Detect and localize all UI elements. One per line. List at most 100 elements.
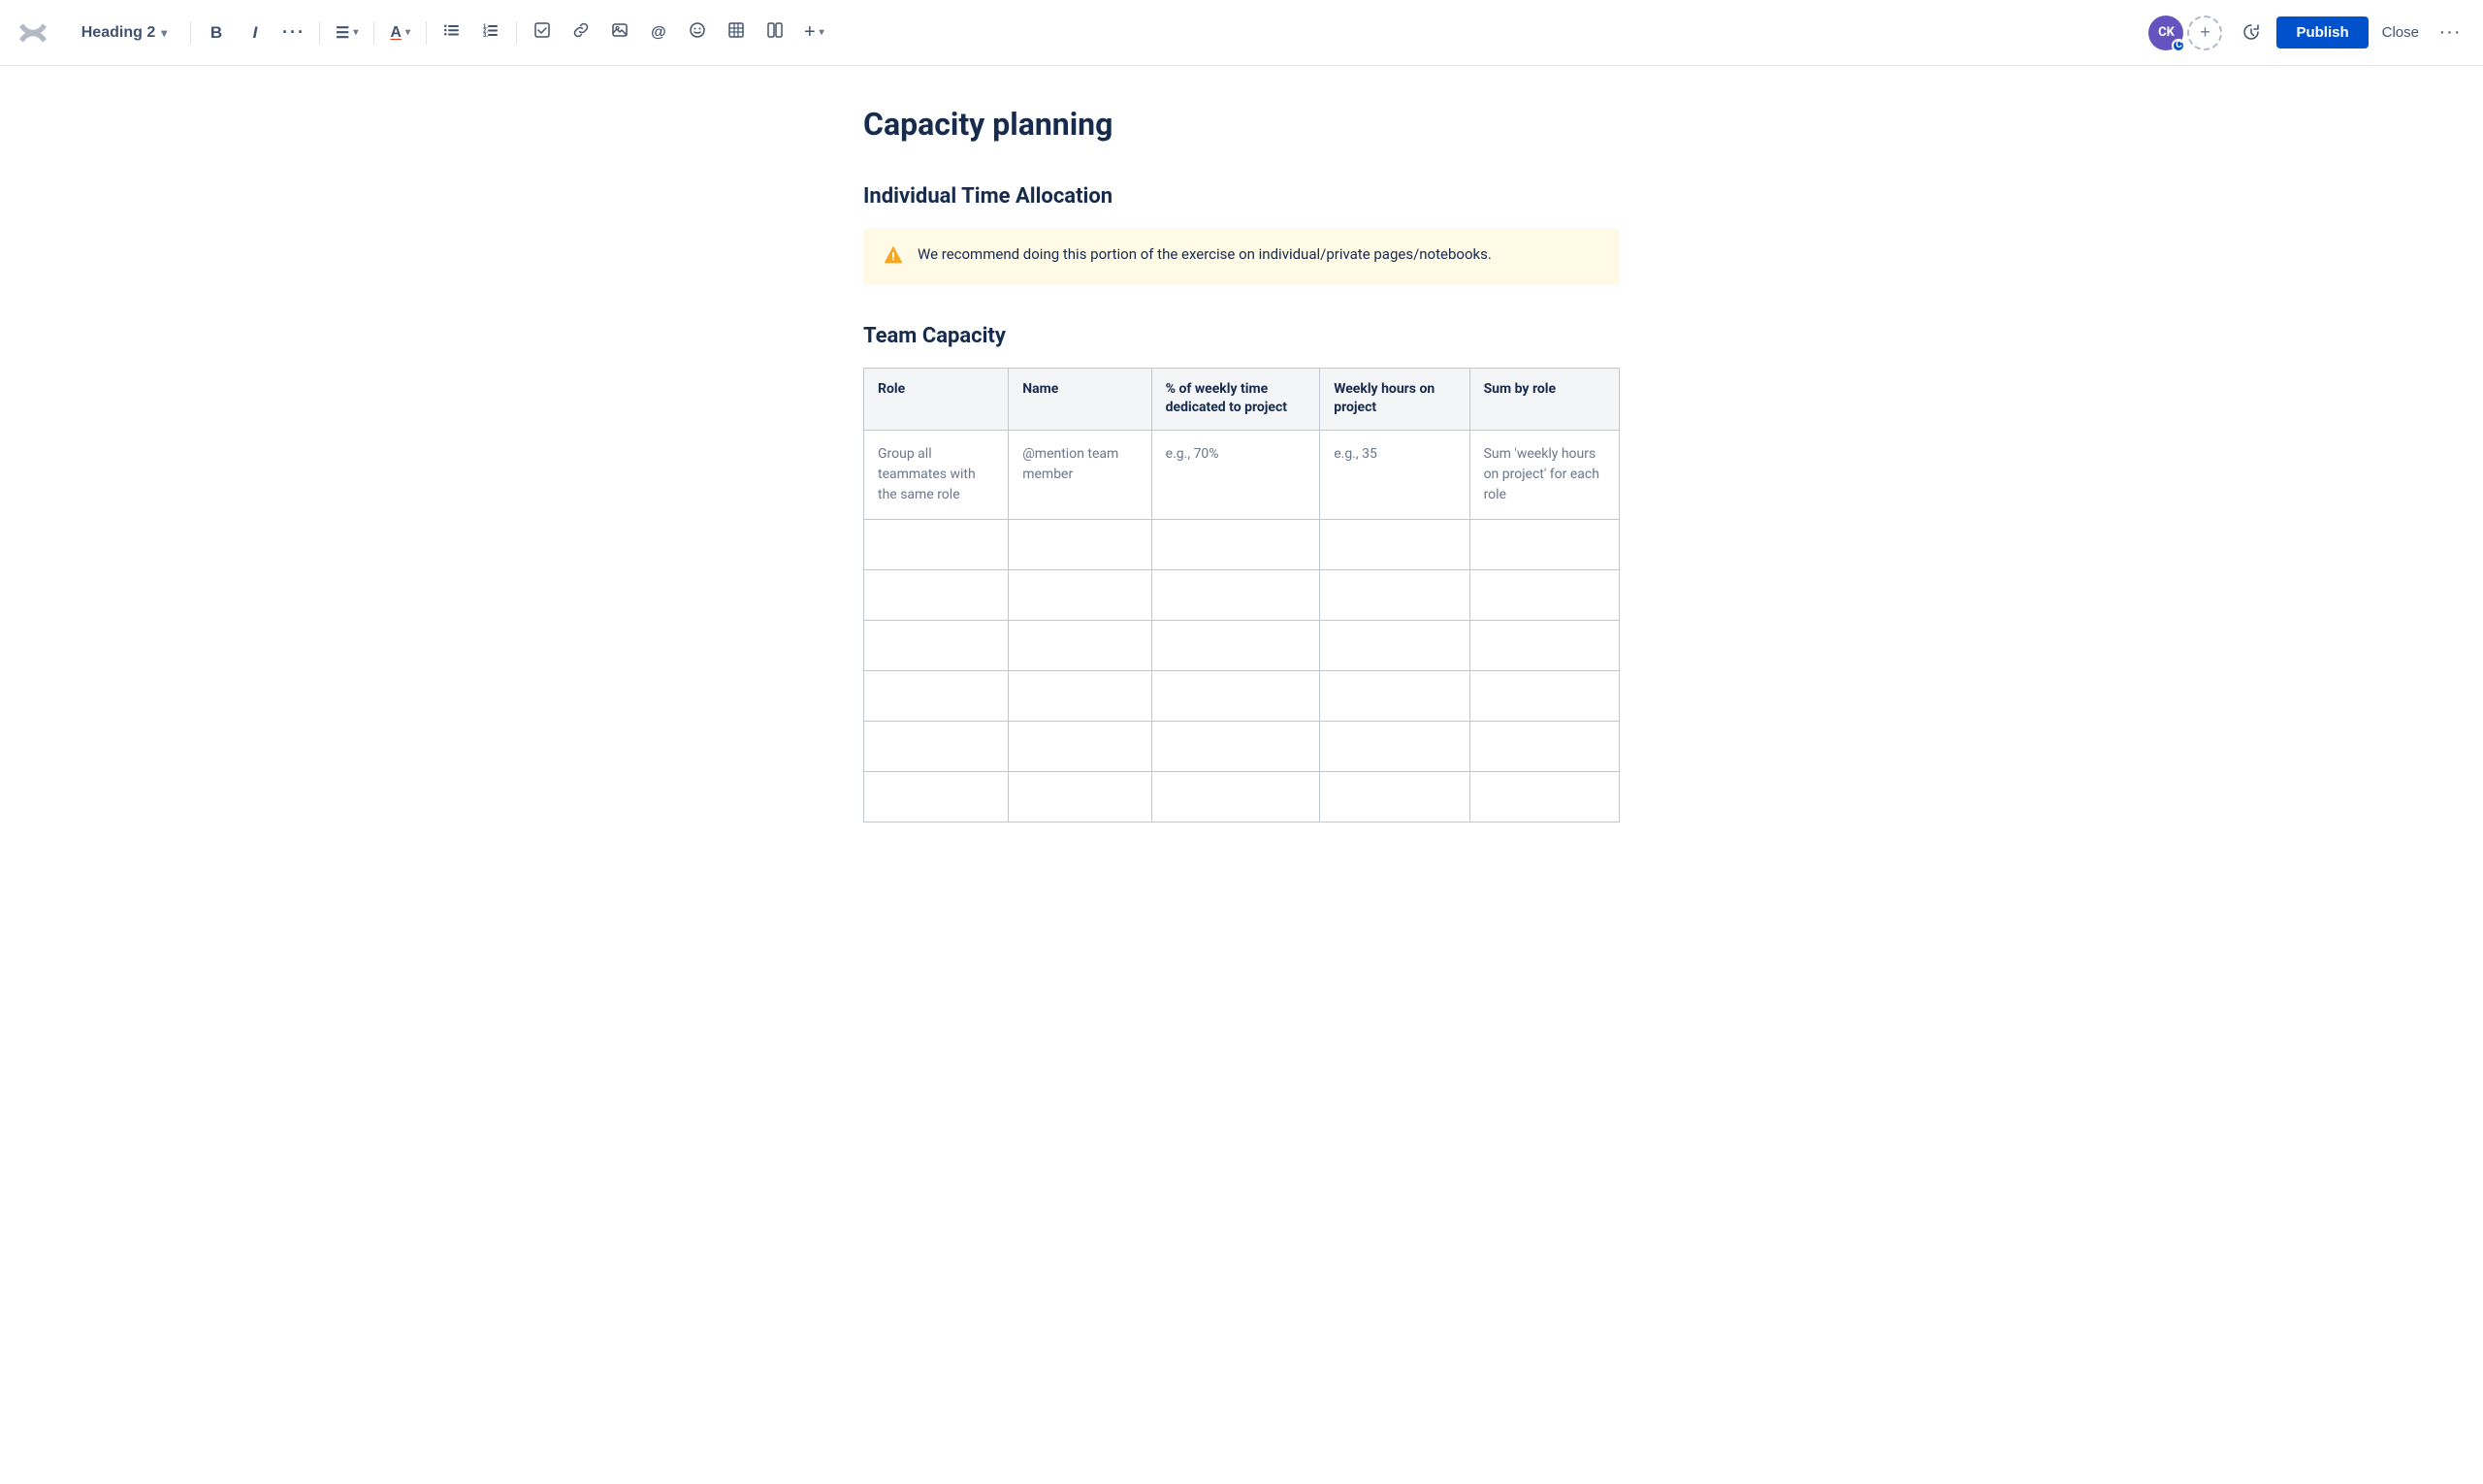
table-row xyxy=(864,620,1620,670)
table-cell-sum[interactable] xyxy=(1469,620,1619,670)
section-heading-team: Team Capacity xyxy=(863,324,1620,348)
link-button[interactable] xyxy=(564,16,598,50)
capacity-table: Role Name % of weekly time dedicated to … xyxy=(863,368,1620,823)
image-button[interactable] xyxy=(602,16,637,50)
table-cell-hours[interactable] xyxy=(1320,620,1469,670)
bullet-list-icon xyxy=(443,21,461,44)
table-cell-percent[interactable] xyxy=(1151,771,1320,822)
table-icon xyxy=(727,21,745,44)
add-chevron-icon: ▾ xyxy=(820,27,824,38)
align-icon: ☰ xyxy=(336,23,349,43)
table-body: Group all teammates with the same role@m… xyxy=(864,430,1620,822)
emoji-button[interactable] xyxy=(680,16,715,50)
toolbar: Heading 2 ▾ B I ··· ☰ ▾ A ▾ 1.2.3. xyxy=(0,0,2483,66)
ordered-list-icon: 1.2.3. xyxy=(482,21,500,44)
add-collaborator-button[interactable]: + xyxy=(2187,16,2222,50)
table-cell-percent[interactable] xyxy=(1151,569,1320,620)
table-cell-name[interactable] xyxy=(1009,519,1151,569)
table-cell-sum[interactable]: Sum 'weekly hours on project' for each r… xyxy=(1469,430,1619,519)
table-row xyxy=(864,519,1620,569)
table-cell-sum[interactable] xyxy=(1469,670,1619,721)
table-cell-role[interactable] xyxy=(864,721,1009,771)
align-button[interactable]: ☰ ▾ xyxy=(328,16,366,50)
table-cell-role[interactable] xyxy=(864,670,1009,721)
table-cell-hours[interactable]: e.g., 35 xyxy=(1320,430,1469,519)
table-cell-hours[interactable] xyxy=(1320,519,1469,569)
checkbox-button[interactable] xyxy=(525,16,560,50)
emoji-icon xyxy=(689,21,706,44)
table-cell-hours[interactable] xyxy=(1320,569,1469,620)
publish-button[interactable]: Publish xyxy=(2276,16,2368,48)
page-title: Capacity planning xyxy=(863,105,1620,145)
bold-button[interactable]: B xyxy=(199,16,234,50)
close-button[interactable]: Close xyxy=(2372,16,2429,48)
heading-style-label: Heading 2 xyxy=(81,24,155,42)
clock-rotate-icon xyxy=(2242,23,2260,43)
table-cell-percent[interactable] xyxy=(1151,620,1320,670)
text-color-icon: A xyxy=(390,24,402,42)
toolbar-divider-1 xyxy=(190,21,191,45)
image-icon xyxy=(611,21,629,44)
table-cell-sum[interactable] xyxy=(1469,771,1619,822)
table-cell-name[interactable] xyxy=(1009,569,1151,620)
table-cell-percent[interactable]: e.g., 70% xyxy=(1151,430,1320,519)
table-cell-sum[interactable] xyxy=(1469,569,1619,620)
table-cell-role[interactable] xyxy=(864,569,1009,620)
content-area: Capacity planning Individual Time Alloca… xyxy=(824,66,1659,900)
table-cell-role[interactable]: Group all teammates with the same role xyxy=(864,430,1009,519)
table-cell-hours[interactable] xyxy=(1320,771,1469,822)
more-options-button[interactable]: ··· xyxy=(2433,16,2467,50)
table-cell-percent[interactable] xyxy=(1151,670,1320,721)
section-heading-individual: Individual Time Allocation xyxy=(863,184,1620,209)
more-format-button[interactable]: ··· xyxy=(276,16,311,50)
text-color-chevron-icon: ▾ xyxy=(405,27,410,38)
toolbar-divider-2 xyxy=(319,21,320,45)
table-cell-hours[interactable] xyxy=(1320,721,1469,771)
table-header-row: Role Name % of weekly time dedicated to … xyxy=(864,368,1620,430)
table-cell-sum[interactable] xyxy=(1469,721,1619,771)
table-button[interactable] xyxy=(719,16,754,50)
add-content-button[interactable]: + ▾ xyxy=(796,16,832,50)
table-row xyxy=(864,721,1620,771)
warning-box: We recommend doing this portion of the e… xyxy=(863,228,1620,285)
table-row xyxy=(864,569,1620,620)
table-cell-name[interactable] xyxy=(1009,771,1151,822)
heading-chevron-icon: ▾ xyxy=(161,26,167,40)
table-cell-name[interactable] xyxy=(1009,670,1151,721)
table-cell-name[interactable] xyxy=(1009,620,1151,670)
mention-icon: @ xyxy=(651,24,666,42)
toolbar-divider-3 xyxy=(373,21,374,45)
table-cell-name[interactable] xyxy=(1009,721,1151,771)
link-icon xyxy=(572,21,590,44)
table-cell-name[interactable]: @mention team member xyxy=(1009,430,1151,519)
table-cell-role[interactable] xyxy=(864,519,1009,569)
version-history-button[interactable] xyxy=(2234,16,2269,50)
table-cell-role[interactable] xyxy=(864,771,1009,822)
warning-text: We recommend doing this portion of the e… xyxy=(918,243,1492,266)
table-cell-sum[interactable] xyxy=(1469,519,1619,569)
app-logo xyxy=(16,16,50,50)
text-color-button[interactable]: A ▾ xyxy=(382,16,418,50)
table-cell-role[interactable] xyxy=(864,620,1009,670)
collaborator-group: CK C + xyxy=(2148,16,2222,50)
toolbar-divider-4 xyxy=(426,21,427,45)
heading-style-select[interactable]: Heading 2 ▾ xyxy=(66,16,182,50)
mention-button[interactable]: @ xyxy=(641,16,676,50)
avatar: CK C xyxy=(2148,16,2183,50)
bullet-list-button[interactable] xyxy=(435,16,469,50)
align-chevron-icon: ▾ xyxy=(353,27,358,38)
col-header-role: Role xyxy=(864,368,1009,430)
table-cell-percent[interactable] xyxy=(1151,519,1320,569)
add-icon: + xyxy=(804,21,816,44)
italic-button[interactable]: I xyxy=(238,16,273,50)
table-row: Group all teammates with the same role@m… xyxy=(864,430,1620,519)
ordered-list-button[interactable]: 1.2.3. xyxy=(473,16,508,50)
layout-button[interactable] xyxy=(758,16,792,50)
table-cell-hours[interactable] xyxy=(1320,670,1469,721)
warning-icon xyxy=(883,244,904,270)
layout-icon xyxy=(766,21,784,44)
table-cell-percent[interactable] xyxy=(1151,721,1320,771)
svg-text:3.: 3. xyxy=(483,33,488,39)
col-header-percent: % of weekly time dedicated to project xyxy=(1151,368,1320,430)
table-row xyxy=(864,670,1620,721)
